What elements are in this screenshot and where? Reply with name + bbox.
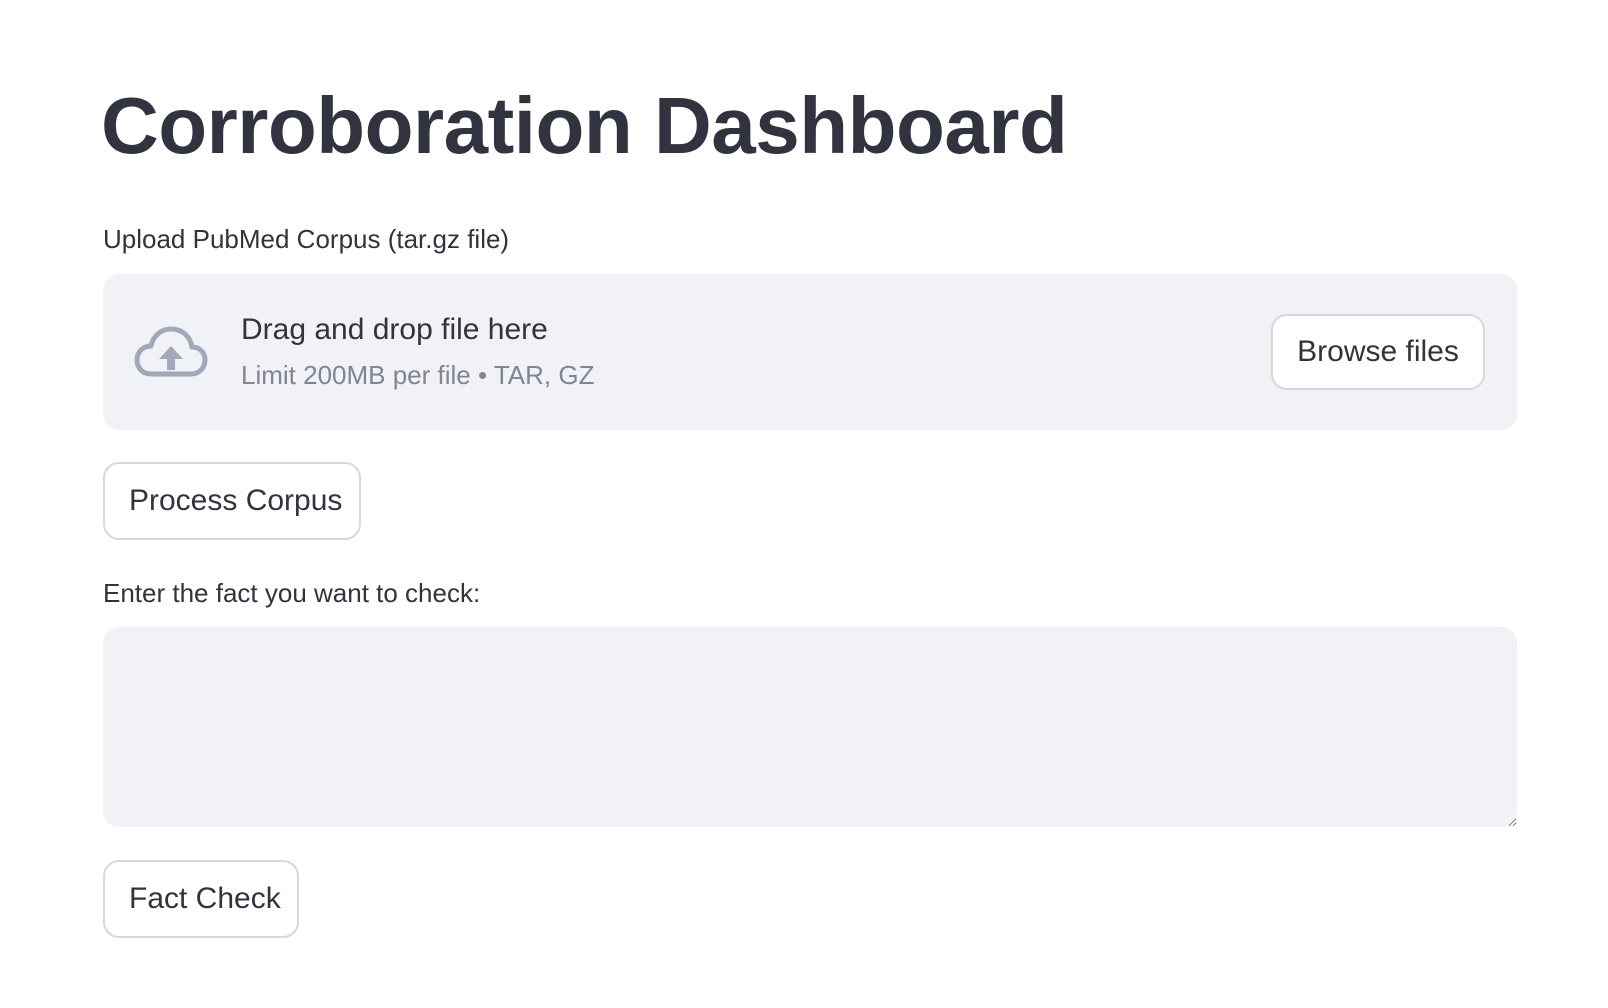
browse-files-button[interactable]: Browse files <box>1271 314 1485 390</box>
dropzone-title: Drag and drop file here <box>241 313 548 346</box>
page-title: Corroboration Dashboard <box>101 81 1068 170</box>
fact-input[interactable] <box>103 627 1517 827</box>
dropzone-limits: Limit 200MB per file • TAR, GZ <box>241 360 595 390</box>
upload-label: Upload PubMed Corpus (tar.gz file) <box>103 224 510 254</box>
fact-input-label: Enter the fact you want to check: <box>103 578 481 608</box>
dropzone-instructions: Drag and drop file here Limit 200MB per … <box>241 312 594 391</box>
cloud-upload-icon <box>133 324 209 382</box>
process-corpus-button[interactable]: Process Corpus <box>103 462 361 540</box>
fact-check-button[interactable]: Fact Check <box>103 860 299 938</box>
file-dropzone[interactable]: Drag and drop file here Limit 200MB per … <box>103 274 1517 430</box>
